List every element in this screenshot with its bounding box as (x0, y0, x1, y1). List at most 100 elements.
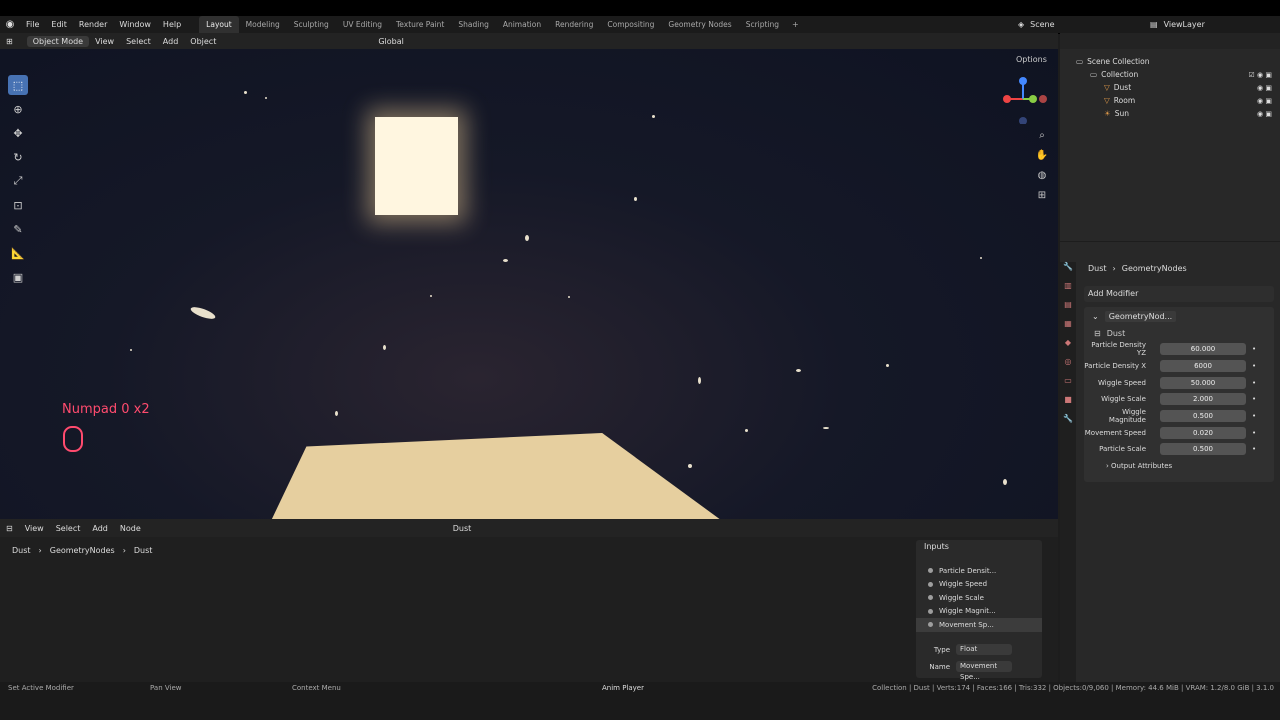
menu-window[interactable]: Window (113, 20, 157, 29)
view-layer-tab-icon[interactable]: ▦ (1060, 319, 1076, 338)
move-tool-icon[interactable]: ✥ (8, 123, 28, 143)
perspective-grid-icon[interactable]: ⊞ (1034, 190, 1050, 210)
tab-uv-editing[interactable]: UV Editing (336, 16, 389, 33)
tree-collection[interactable]: ▭ Collection ☑ ◉ ▣ (1060, 68, 1280, 81)
annotate-tool-icon[interactable]: ✎ (8, 219, 28, 239)
inputs-panel-header[interactable]: Inputs (916, 540, 1042, 554)
outliner-header (1060, 33, 1280, 49)
viewlayer-selector[interactable]: ▤ ViewLayer (1150, 17, 1280, 31)
node-group-selector[interactable]: ⊟ Dust (1084, 325, 1274, 341)
tree-object-dust[interactable]: ▽ Dust ◉ ▣ (1060, 81, 1280, 94)
blender-logo-icon[interactable]: ◉ (0, 19, 20, 30)
select-menu[interactable]: Select (120, 37, 157, 46)
menu-file[interactable]: File (20, 20, 45, 29)
group-socket[interactable]: Wiggle Speed (916, 578, 1042, 592)
add-menu[interactable]: Add (157, 37, 185, 46)
render-tab-icon[interactable]: ▥ (1060, 281, 1076, 300)
add-workspace-icon[interactable]: + (786, 20, 805, 29)
object-tab-icon[interactable]: ■ (1060, 395, 1076, 414)
menu-edit[interactable]: Edit (45, 20, 73, 29)
number-field[interactable]: 0.020 (1160, 426, 1246, 439)
add-modifier-dropdown[interactable]: Add Modifier (1084, 286, 1274, 302)
3d-viewport[interactable] (0, 49, 1058, 519)
object-menu[interactable]: Object (184, 37, 222, 46)
collapse-chevron-icon[interactable]: ⌄ (1092, 312, 1099, 321)
socket-type-dropdown[interactable]: Float (956, 644, 1012, 655)
visibility-icon[interactable]: ☑ ◉ ▣ (1249, 71, 1272, 79)
mode-dropdown[interactable]: Object Mode (26, 35, 90, 47)
transform-tool-icon[interactable]: ⊡ (8, 195, 28, 215)
node-group-selector[interactable]: Dust (447, 524, 478, 533)
collection-tab-icon[interactable]: ▭ (1060, 376, 1076, 395)
number-field[interactable]: 60.000 (1160, 343, 1246, 356)
modifier-tab-icon[interactable]: 🔧 (1060, 414, 1076, 433)
scene-selector[interactable]: ◈ Scene (1018, 17, 1128, 31)
keyframe-dot-icon[interactable]: • (1252, 345, 1256, 353)
floor-light-patch (270, 433, 725, 519)
measure-tool-icon[interactable]: 📐 (8, 243, 28, 263)
output-tab-icon[interactable]: ▤ (1060, 300, 1076, 319)
socket-dot-icon (928, 622, 933, 628)
tab-modeling[interactable]: Modeling (239, 16, 287, 33)
visibility-icon[interactable]: ◉ ▣ (1257, 84, 1272, 92)
add-menu[interactable]: Add (86, 524, 114, 533)
tree-scene-collection[interactable]: ▭ Scene Collection (1060, 55, 1280, 68)
visibility-icon[interactable]: ◉ ▣ (1257, 97, 1272, 105)
number-field[interactable]: 0.500 (1160, 443, 1246, 456)
tab-shading[interactable]: Shading (451, 16, 495, 33)
world-tab-icon[interactable]: ◎ (1060, 357, 1076, 376)
pan-hand-icon[interactable]: ✋ (1034, 150, 1050, 170)
node-menu[interactable]: Node (114, 524, 147, 533)
keyframe-dot-icon[interactable]: • (1252, 379, 1256, 387)
zoom-icon[interactable]: ⌕ (1034, 130, 1050, 150)
keyframe-dot-icon[interactable]: • (1252, 395, 1256, 403)
group-socket[interactable]: Wiggle Magnit... (916, 605, 1042, 619)
tab-texture-paint[interactable]: Texture Paint (389, 16, 451, 33)
menu-render[interactable]: Render (73, 20, 113, 29)
tree-object-sun[interactable]: ☀ Sun ◉ ▣ (1060, 107, 1280, 120)
tree-object-room[interactable]: ▽ Room ◉ ▣ (1060, 94, 1280, 107)
add-cube-tool-icon[interactable]: ▣ (8, 267, 28, 287)
keyframe-dot-icon[interactable]: • (1252, 445, 1256, 453)
number-field[interactable]: 0.500 (1160, 410, 1246, 423)
select-menu[interactable]: Select (50, 524, 87, 533)
scene-tab-icon[interactable]: ◆ (1060, 338, 1076, 357)
tool-tab-icon[interactable]: 🔧 (1060, 262, 1076, 281)
orientation-dropdown[interactable]: Global (372, 37, 410, 46)
node-editor-canvas[interactable] (0, 537, 1058, 682)
output-attributes-subpanel[interactable]: › Output Attributes (1084, 458, 1274, 474)
menu-help[interactable]: Help (157, 20, 187, 29)
group-socket[interactable]: Particle Densit... (916, 564, 1042, 578)
camera-view-icon[interactable]: ◍ (1034, 170, 1050, 190)
scale-tool-icon[interactable]: ⤢ (8, 171, 28, 191)
keyframe-dot-icon[interactable]: • (1252, 412, 1256, 420)
tab-rendering[interactable]: Rendering (548, 16, 600, 33)
keyframe-dot-icon[interactable]: • (1252, 362, 1256, 370)
anim-player-badge[interactable]: Anim Player (602, 684, 644, 692)
tab-layout[interactable]: Layout (199, 16, 239, 33)
tab-geometry-nodes[interactable]: Geometry Nodes (661, 16, 738, 33)
navigation-gizmo[interactable] (998, 74, 1048, 124)
rotate-tool-icon[interactable]: ↻ (8, 147, 28, 167)
number-field[interactable]: 6000 (1160, 360, 1246, 373)
number-field[interactable]: 50.000 (1160, 376, 1246, 389)
group-socket-active[interactable]: Movement Sp... (916, 618, 1042, 632)
select-box-tool-icon[interactable]: ⬚ (8, 75, 28, 95)
group-socket[interactable]: Wiggle Scale (916, 591, 1042, 605)
tab-animation[interactable]: Animation (496, 16, 548, 33)
tab-scripting[interactable]: Scripting (739, 16, 786, 33)
editor-type-icon[interactable]: ⊞ (0, 37, 19, 46)
editor-type-icon[interactable]: ⊟ (0, 524, 19, 533)
socket-name-field[interactable]: Movement Spe... (956, 661, 1012, 681)
tab-sculpting[interactable]: Sculpting (287, 16, 336, 33)
view-menu[interactable]: View (19, 524, 50, 533)
status-hint-ctx: Context Menu (292, 684, 341, 692)
modifier-name-field[interactable]: GeometryNod... (1104, 310, 1177, 322)
keyframe-dot-icon[interactable]: • (1252, 429, 1256, 437)
visibility-icon[interactable]: ◉ ▣ (1257, 110, 1272, 118)
tab-compositing[interactable]: Compositing (600, 16, 661, 33)
options-dropdown[interactable]: Options (1016, 55, 1047, 64)
view-menu[interactable]: View (89, 37, 120, 46)
number-field[interactable]: 2.000 (1160, 393, 1246, 406)
cursor-tool-icon[interactable]: ⊕ (8, 99, 28, 119)
